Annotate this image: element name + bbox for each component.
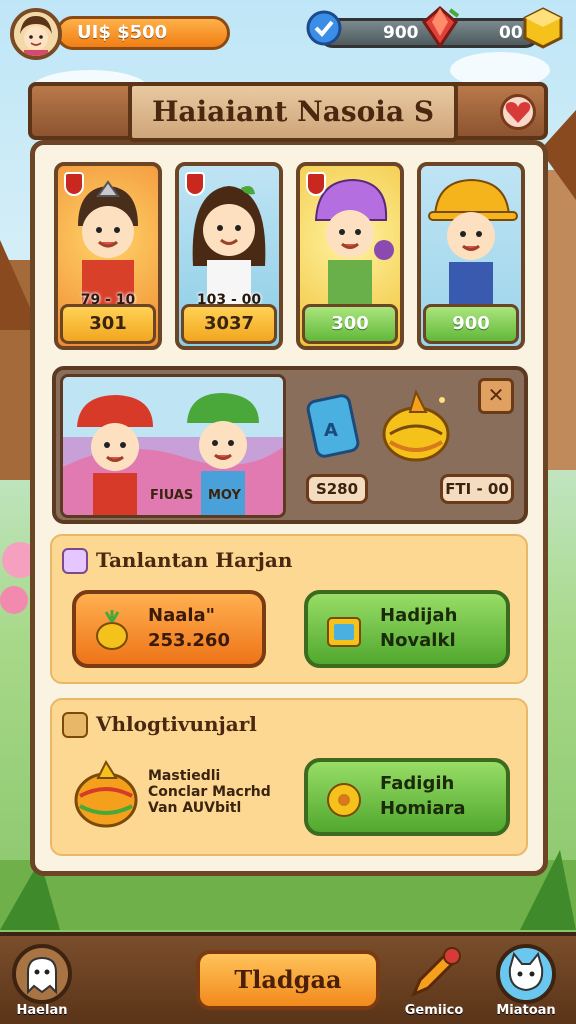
coin-value: UI$ $500 <box>77 22 168 43</box>
rarity-badge <box>185 172 205 196</box>
card-price-button[interactable]: 900 <box>423 304 519 344</box>
claim-reward-button[interactable]: Fadigih Homiara <box>304 758 510 836</box>
mascot-nav-label: Miatoan <box>496 1003 556 1018</box>
heart-icon <box>505 102 531 123</box>
character-card-4[interactable]: 900 <box>417 162 525 350</box>
edit-nav-label: Gemiico <box>404 1003 464 1018</box>
daily-gift-button[interactable]: Hadijah Novalkl <box>304 590 510 668</box>
reward-line-3: Van AUVbitl <box>148 800 242 816</box>
golden-treasure-icon <box>376 382 456 476</box>
home-nav-label: Haelan <box>16 1003 68 1018</box>
reward-line-2: Conclar Macrhd <box>148 784 271 800</box>
top-hud: UI$ $500 900 00 <box>0 6 576 60</box>
gift-box-icon <box>327 617 361 647</box>
coin-counter[interactable]: UI$ $500 <box>56 16 230 50</box>
bundle-label-right: MOY <box>208 488 241 503</box>
bundle-label-left: FIUAS <box>150 488 194 503</box>
daily-buy-button[interactable]: Naala" 253.260 <box>72 590 266 668</box>
rewards-section-title: Vhlogtivunjarl <box>96 712 257 736</box>
golden-spinner-icon <box>70 756 142 840</box>
gem-badge-icon <box>62 548 88 574</box>
blue-card-item-icon: A <box>306 392 366 466</box>
ruby-gem-icon <box>420 6 460 52</box>
character-card-2[interactable]: 103 - 00 3037 <box>175 162 283 350</box>
reward-line-1: Mastiedli <box>148 768 221 784</box>
avatar-face-icon <box>14 12 58 56</box>
daily-section-title: Tanlantan Harjan <box>96 548 293 572</box>
character-card-1[interactable]: 79 - 10 301 <box>54 162 162 350</box>
title-banner: Haiaiant Nasoia S <box>28 82 548 142</box>
pineapple-icon <box>96 610 128 650</box>
close-button[interactable]: ✕ <box>478 378 514 414</box>
bottom-navigation: Haelan Tladgaa Gemiico Miatoan <box>0 932 576 1024</box>
gift-button-line1: Hadijah <box>380 605 458 626</box>
chest-badge-icon <box>62 712 88 738</box>
favorite-button[interactable] <box>500 94 536 130</box>
svg-text:A: A <box>324 420 338 441</box>
mascot-nav-button[interactable] <box>496 944 556 1004</box>
cat-mascot-icon <box>508 951 544 992</box>
gold-cube-icon[interactable] <box>522 6 564 54</box>
page-title: Haiaiant Nasoia S <box>128 82 458 142</box>
check-shield-icon[interactable] <box>306 10 342 50</box>
featured-bundle-panel: FIUAS MOY A ✕ S280 FTI - 00 <box>52 366 528 524</box>
daily-section: Tanlantan Harjan Naala" 253.260 Hadijah … <box>50 534 528 684</box>
home-nav-button[interactable] <box>12 944 72 1004</box>
character-portrait-4 <box>428 178 518 306</box>
card-price-button[interactable]: 301 <box>60 304 156 344</box>
card-price-button[interactable]: 3037 <box>181 304 277 344</box>
rarity-badge <box>64 172 84 196</box>
reward-description: Mastiedli Conclar Macrhd Van AUVbitl <box>148 768 271 816</box>
bundle-price-right[interactable]: FTI - 00 <box>440 474 514 504</box>
claim-button-line2: Homiara <box>380 798 466 819</box>
gem-value: 900 <box>383 23 419 43</box>
rewards-section: Vhlogtivunjarl Mastiedli Conclar Macrhd … <box>50 698 528 856</box>
card-price-button[interactable]: 300 <box>302 304 398 344</box>
coin-pouch-icon <box>327 783 361 817</box>
buy-button-line1: Naala" <box>148 605 216 626</box>
claim-button-line1: Fadigih <box>380 773 455 794</box>
pencil-icon[interactable] <box>404 944 464 1008</box>
bundle-price-left[interactable]: S280 <box>306 474 368 504</box>
rarity-badge <box>306 172 326 196</box>
token-value: 00 <box>499 23 523 43</box>
main-action-button[interactable]: Tladgaa <box>196 950 380 1010</box>
player-avatar[interactable] <box>10 8 62 60</box>
ghost-pet-icon <box>27 956 57 995</box>
character-card-3[interactable]: 300 <box>296 162 404 350</box>
buy-button-line2: 253.260 <box>148 630 230 651</box>
gift-button-line2: Novalkl <box>380 630 456 651</box>
